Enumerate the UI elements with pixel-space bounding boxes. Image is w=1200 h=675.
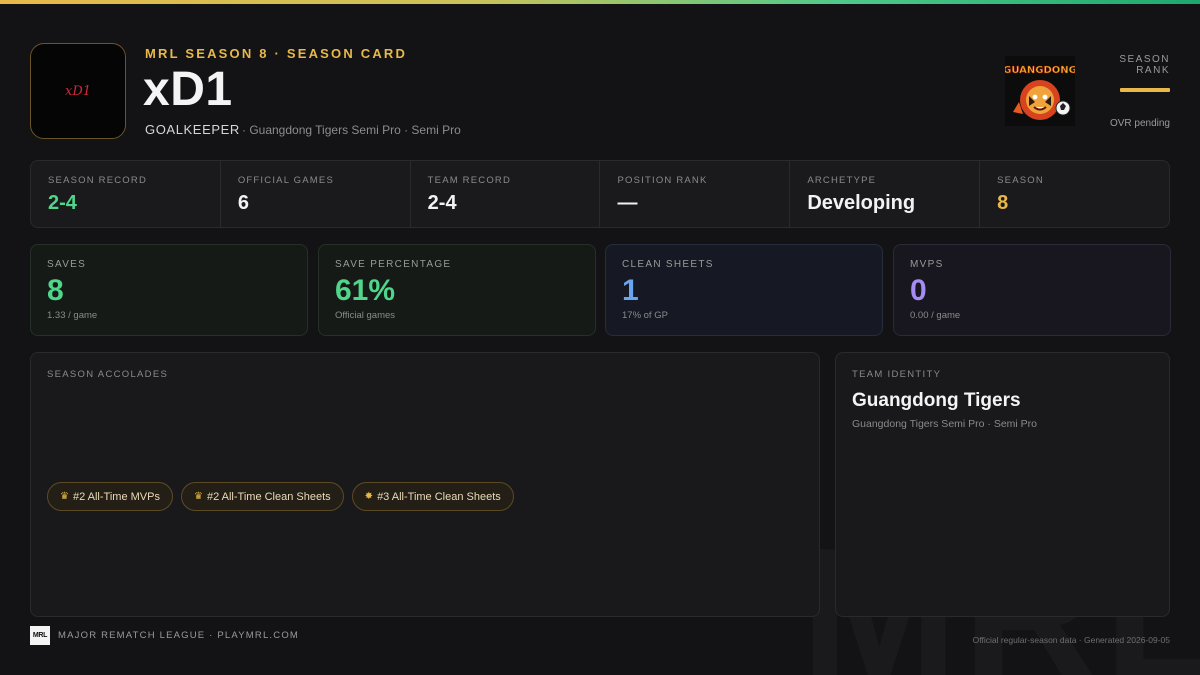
crown-icon: ♛ (193, 491, 203, 502)
player-logo-text: xD1 (64, 83, 92, 99)
accolade-chip-text: #3 All-Time Clean Sheets (377, 490, 501, 503)
strip-season: SEASON 8 (980, 161, 1169, 227)
card-label: SAVES (47, 259, 87, 270)
strip-value: Developing (807, 192, 916, 214)
season-rank-label: SEASON RANK (1119, 54, 1170, 76)
card-value: 61% (335, 274, 396, 307)
card-label: MVPS (910, 259, 944, 270)
season-accolades-panel: SEASON ACCOLADES ♛ #2 All-Time MVPs ♛ #2… (30, 352, 820, 617)
card-sub: 0.00 / game (910, 310, 961, 321)
strip-label: SEASON (997, 175, 1044, 186)
player-name: xD1 (143, 63, 233, 116)
crown-icon: ♛ (60, 491, 69, 502)
card-value: 8 (47, 274, 64, 307)
accolade-chip-text: #2 All-Time Clean Sheets (206, 490, 331, 503)
card-value: 0 (910, 274, 927, 307)
season-rank-dash (1120, 88, 1170, 92)
season-card-eyebrow: MRL SEASON 8 · SEASON CARD (145, 46, 408, 61)
accolade-chip: ♛ #2 All-Time MVPs (47, 482, 173, 511)
strip-label: TEAM RECORD (427, 175, 512, 186)
footer-note: Official regular-season data · Generated… (972, 635, 1170, 645)
mrl-logo: MRL (30, 626, 50, 645)
footer-brand: MAJOR REMATCH LEAGUE · PLAYMRL.COM (58, 630, 300, 641)
accolade-chip: ✸ #3 All-Time Clean Sheets (351, 482, 514, 511)
summary-strip: SEASON RECORD 2-4 OFFICIAL GAMES 6 TEAM … (30, 160, 1170, 228)
top-accent-stripe (0, 0, 1200, 4)
strip-label: POSITION RANK (617, 175, 708, 186)
card-sub: 17% of GP (622, 310, 668, 321)
team-identity-panel: TEAM IDENTITY Guangdong Tigers Guangdong… (835, 352, 1170, 617)
strip-team-record: TEAM RECORD 2-4 (411, 161, 601, 227)
accolade-chips: ♛ #2 All-Time MVPs ♛ #2 All-Time Clean S… (47, 482, 514, 511)
strip-label: SEASON RECORD (48, 175, 148, 186)
strip-label: ARCHETYPE (807, 175, 877, 186)
team-sub: Guangdong Tigers Semi Pro · Semi Pro (852, 418, 1038, 430)
team-badge-text: GUANGDONG (1005, 65, 1075, 76)
clean-sheets-card: CLEAN SHEETS 1 17% of GP (605, 244, 883, 336)
season-rank-status: OVR pending (1109, 118, 1170, 129)
strip-value: 2-4 (427, 192, 457, 214)
strip-value: 8 (997, 192, 1009, 214)
strip-value: — (617, 192, 638, 214)
saves-card: SAVES 8 1.33 / game (30, 244, 308, 336)
team-name: Guangdong Tigers (852, 390, 1021, 411)
player-team-line: · Guangdong Tigers Semi Pro · Semi Pro (242, 123, 461, 137)
star-badge-icon: ✸ (364, 491, 374, 502)
accolade-chip: ♛ #2 All-Time Clean Sheets (180, 482, 344, 511)
player-logo: xD1 (30, 43, 126, 139)
card-sub: 1.33 / game (47, 310, 98, 321)
strip-archetype: ARCHETYPE Developing (790, 161, 981, 227)
card-sub: Official games (335, 310, 396, 321)
strip-season-record: SEASON RECORD 2-4 (31, 161, 221, 227)
save-percentage-card: SAVE PERCENTAGE 61% Official games (318, 244, 596, 336)
tiger-mascot-icon: GUANGDONG (1005, 56, 1075, 126)
strip-value: 6 (237, 192, 249, 214)
card-label: CLEAN SHEETS (622, 259, 714, 270)
panel-label: SEASON ACCOLADES (47, 369, 169, 380)
strip-value: 2-4 (48, 192, 77, 214)
strip-official-games: OFFICIAL GAMES 6 (221, 161, 411, 227)
card-label: SAVE PERCENTAGE (335, 259, 452, 270)
player-position: GOALKEEPER (145, 122, 240, 137)
strip-position-rank: POSITION RANK — (600, 161, 791, 227)
strip-label: OFFICIAL GAMES (237, 175, 334, 186)
panel-label: TEAM IDENTITY (852, 369, 942, 380)
card-value: 1 (622, 274, 639, 307)
accolade-chip-text: #2 All-Time MVPs (72, 490, 160, 503)
mvps-card: MVPS 0 0.00 / game (893, 244, 1171, 336)
